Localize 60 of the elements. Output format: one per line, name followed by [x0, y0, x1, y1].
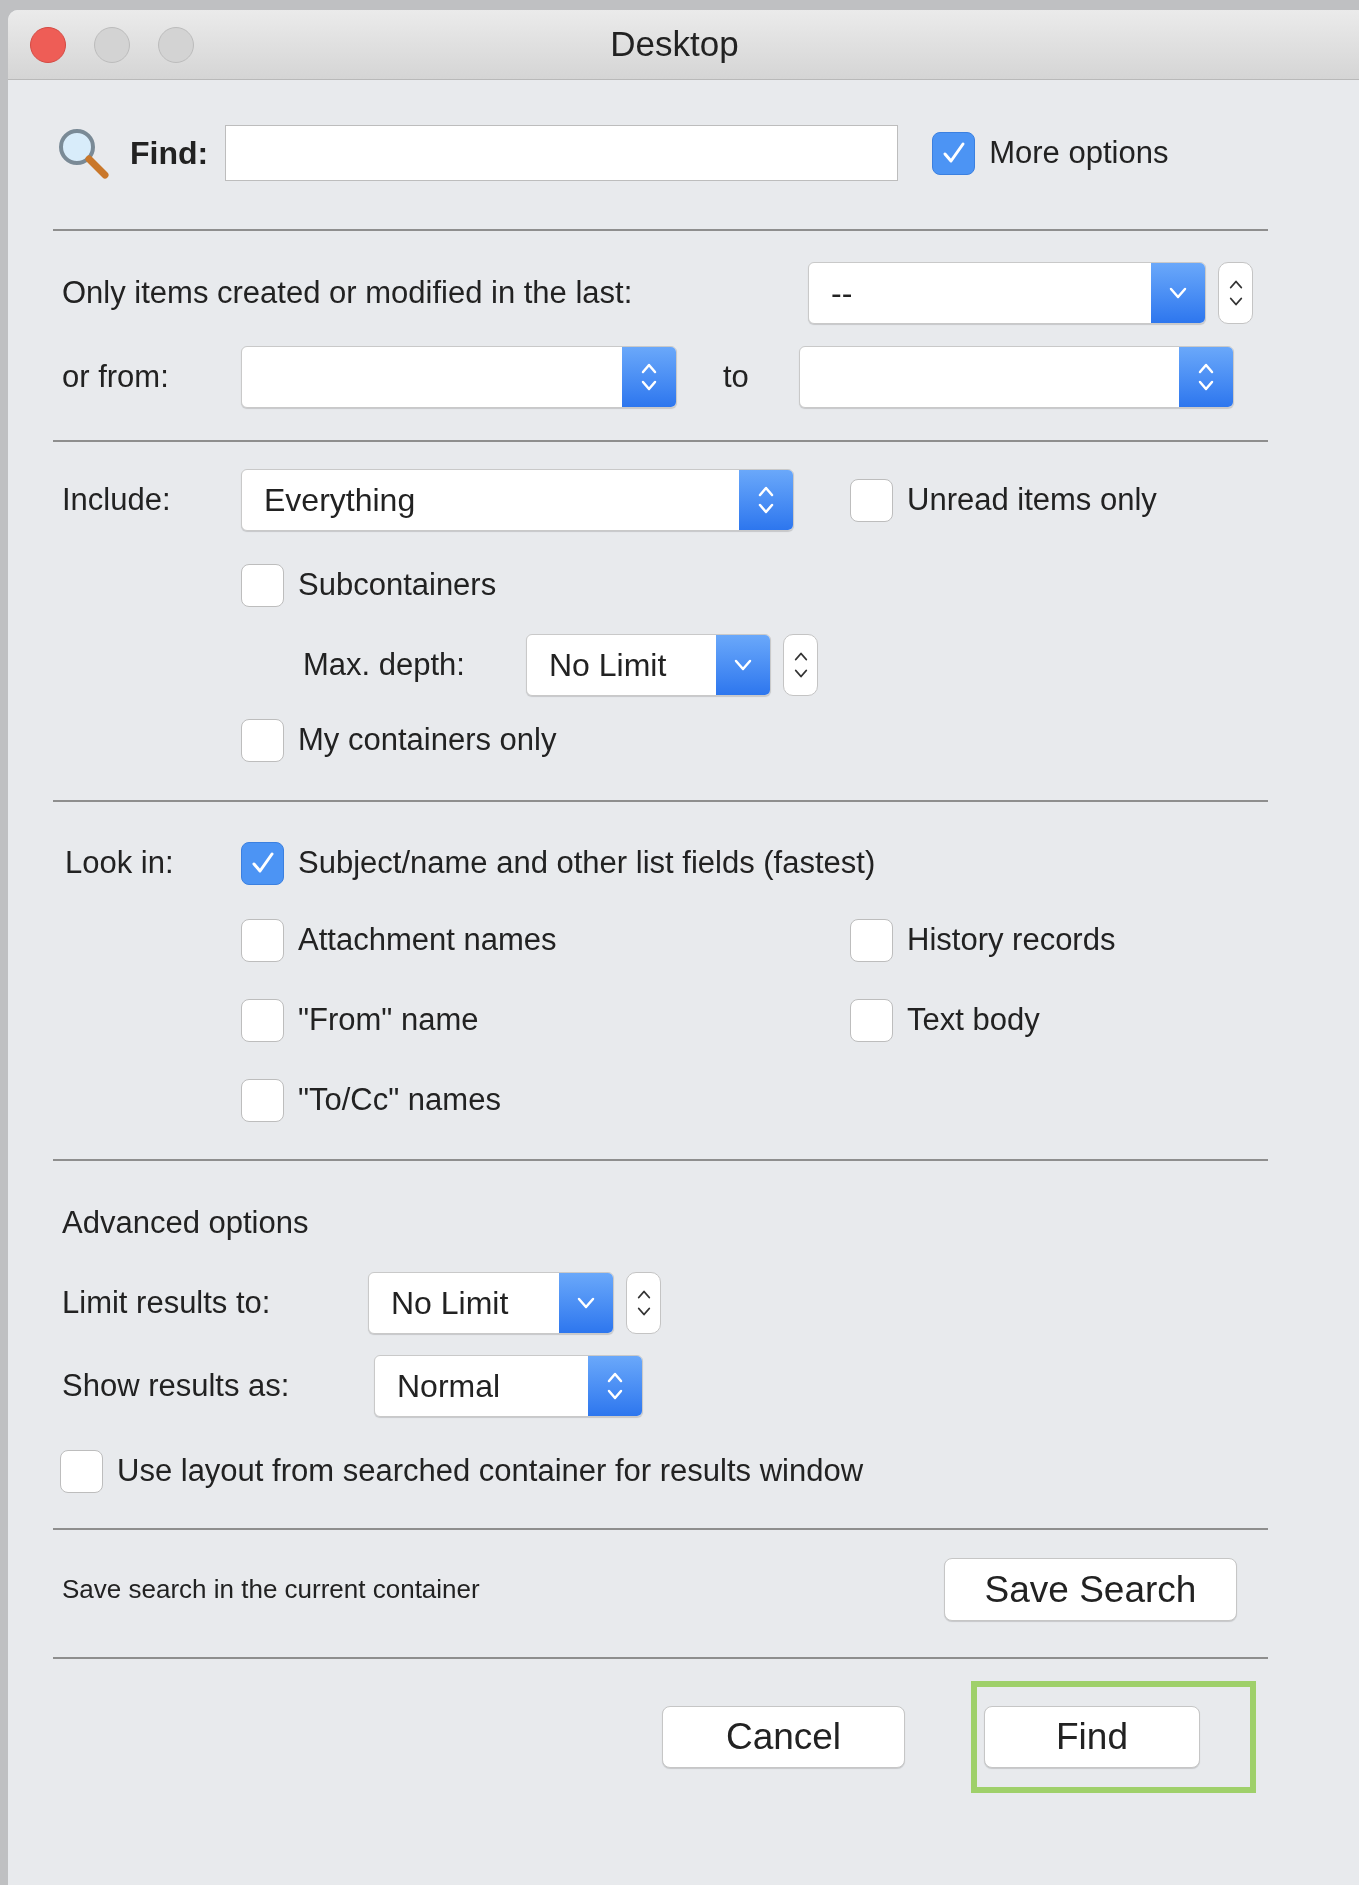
field-label: or from:	[62, 358, 169, 394]
checkbox-label: Attachment names	[298, 920, 557, 959]
checkbox[interactable]	[850, 918, 893, 962]
checkbox-label: Subcontainers	[298, 565, 497, 604]
dropdown[interactable]: Normal	[374, 1355, 643, 1417]
checkbox-label: Subject/name and other list fields (fastest)	[298, 843, 876, 882]
checkbox-label: Unread items only	[907, 480, 1157, 519]
chevron-down-icon	[793, 669, 808, 678]
zoom-button[interactable]	[158, 26, 194, 63]
chevron-up-icon	[793, 652, 808, 661]
checkbox[interactable]	[241, 563, 284, 607]
field-label: Limit results to:	[62, 1284, 271, 1320]
dropdown[interactable]	[799, 346, 1234, 408]
dropdown[interactable]: No Limit	[368, 1272, 614, 1334]
checkbox[interactable]	[850, 998, 893, 1042]
checkbox[interactable]	[241, 1078, 284, 1122]
field-label: Include:	[62, 481, 171, 517]
stepper[interactable]	[1218, 262, 1253, 324]
chevron-down-icon	[734, 659, 752, 671]
checkbox-label: My containers only	[298, 720, 557, 759]
checkbox[interactable]	[241, 718, 284, 762]
field-label: to	[723, 358, 749, 394]
save-search-button[interactable]: Save Search	[944, 1558, 1237, 1621]
dropdown[interactable]: No Limit	[526, 634, 771, 696]
checkbox[interactable]	[932, 131, 976, 175]
checkbox-label: Use layout from searched container for results window	[117, 1451, 864, 1490]
chevron-up-icon	[1228, 280, 1243, 289]
cancel-button[interactable]: Cancel	[662, 1706, 905, 1768]
minimize-button[interactable]	[94, 26, 130, 63]
checkbox[interactable]	[60, 1449, 103, 1493]
checkbox-label: History records	[907, 920, 1116, 959]
checkbox[interactable]	[241, 841, 284, 885]
chevron-down-icon	[636, 1307, 651, 1316]
field-label: Look in:	[65, 844, 174, 880]
save-search-text: Save search in the current container	[62, 1573, 481, 1606]
field-label: Only items created or modified in the last:	[62, 274, 633, 310]
chevron-down-icon	[577, 1297, 595, 1309]
window-title: Desktop	[610, 23, 739, 66]
field-label: Max. depth:	[303, 646, 465, 682]
find-label: Find:	[130, 134, 209, 173]
checkbox[interactable]	[241, 998, 284, 1042]
chevron-down-icon	[1169, 287, 1187, 299]
close-button[interactable]	[30, 26, 66, 63]
checkbox-label: "From" name	[298, 1000, 479, 1039]
stepper[interactable]	[626, 1272, 661, 1334]
find-button[interactable]: Find	[984, 1706, 1200, 1768]
checkbox[interactable]	[241, 918, 284, 962]
chevron-up-icon	[636, 1290, 651, 1299]
checkbox-label: "To/Cc" names	[298, 1080, 501, 1119]
checkbox-label: More options	[989, 133, 1169, 172]
stepper[interactable]	[783, 634, 818, 696]
dropdown[interactable]	[241, 346, 677, 408]
dropdown[interactable]: --	[808, 262, 1206, 324]
checkbox[interactable]	[850, 478, 893, 522]
find-input-field[interactable]	[225, 125, 899, 181]
dropdown[interactable]: Everything	[241, 469, 794, 531]
field-label: Show results as:	[62, 1367, 290, 1403]
section-heading: Advanced options	[62, 1203, 309, 1242]
chevron-down-icon	[1228, 297, 1243, 306]
checkbox-label: Text body	[907, 1000, 1040, 1039]
